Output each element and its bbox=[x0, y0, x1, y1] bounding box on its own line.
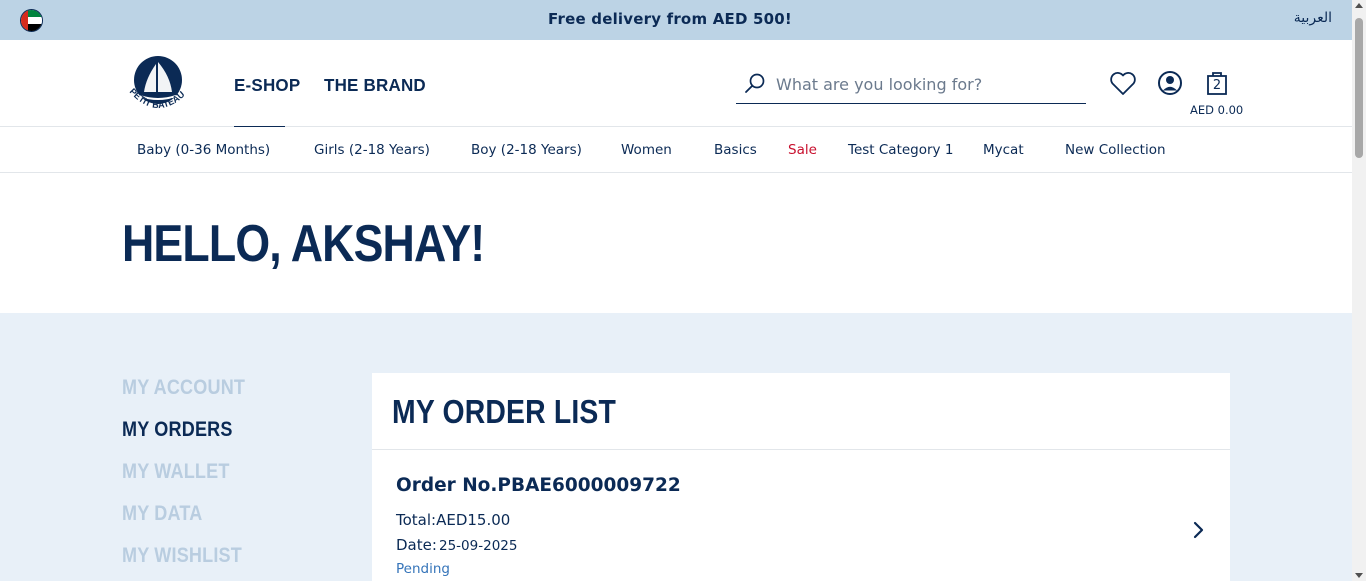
heart-icon[interactable] bbox=[1108, 68, 1138, 98]
sidebar-item-my-orders[interactable]: MY ORDERS bbox=[122, 418, 233, 442]
category-sale[interactable]: Sale bbox=[788, 142, 817, 158]
promo-bar: Free delivery from AED 500! العربية bbox=[0, 0, 1352, 40]
petit-bateau-logo[interactable]: PETIT BATEAU bbox=[120, 48, 196, 120]
chevron-right-icon[interactable] bbox=[1190, 520, 1206, 540]
category-mycat[interactable]: Mycat bbox=[983, 142, 1024, 158]
category-new-collection[interactable]: New Collection bbox=[1065, 142, 1166, 158]
scroll-down-arrow-icon[interactable] bbox=[1355, 573, 1363, 578]
cart-count: 2 bbox=[1212, 78, 1222, 93]
cart-total[interactable]: AED 0.00 bbox=[1190, 103, 1243, 117]
page-scrollbar[interactable] bbox=[1352, 0, 1366, 581]
order-date-label: Date: bbox=[396, 536, 437, 554]
order-list-title: MY ORDER LIST bbox=[392, 393, 617, 430]
search-icon[interactable] bbox=[744, 72, 766, 94]
scrollbar-thumb[interactable] bbox=[1355, 18, 1363, 158]
category-nav: Baby (0-36 Months) Girls (2-18 Years) Bo… bbox=[0, 127, 1352, 173]
nav-the-brand[interactable]: THE BRAND bbox=[324, 76, 426, 97]
category-baby[interactable]: Baby (0-36 Months) bbox=[137, 142, 270, 158]
sidebar-item-my-wishlist[interactable]: MY WISHLIST bbox=[122, 544, 242, 568]
page-title: HELLO, AKSHAY! bbox=[122, 215, 485, 273]
language-switch-link[interactable]: العربية bbox=[1294, 10, 1332, 26]
sidebar-item-my-data[interactable]: MY DATA bbox=[122, 502, 202, 526]
order-date: 25-09-2025 bbox=[439, 538, 518, 554]
category-girls[interactable]: Girls (2-18 Years) bbox=[314, 142, 430, 158]
order-item[interactable]: Order No.PBAE6000009722 Total:AED15.00 D… bbox=[372, 450, 1230, 581]
category-women[interactable]: Women bbox=[621, 142, 672, 158]
sidebar-item-my-account[interactable]: MY ACCOUNT bbox=[122, 376, 245, 400]
site-header: PETIT BATEAU E-SHOP THE BRAND 2 AED 0.00 bbox=[0, 40, 1352, 128]
order-status: Pending bbox=[396, 561, 450, 577]
order-total: Total:AED15.00 bbox=[396, 511, 511, 529]
search-input[interactable] bbox=[776, 72, 1076, 96]
category-basics[interactable]: Basics bbox=[714, 142, 757, 158]
scroll-up-arrow-icon[interactable] bbox=[1355, 3, 1363, 8]
order-number: Order No.PBAE6000009722 bbox=[396, 475, 681, 496]
category-test-category-1[interactable]: Test Category 1 bbox=[848, 142, 953, 158]
promo-text: Free delivery from AED 500! bbox=[548, 10, 792, 28]
nav-eshop[interactable]: E-SHOP bbox=[234, 76, 300, 97]
user-icon[interactable] bbox=[1155, 68, 1185, 98]
order-list-card: MY ORDER LIST Order No.PBAE6000009722 To… bbox=[372, 373, 1230, 581]
category-boy[interactable]: Boy (2-18 Years) bbox=[471, 142, 582, 158]
sidebar-item-my-wallet[interactable]: MY WALLET bbox=[122, 460, 230, 484]
search-bar bbox=[736, 68, 1086, 104]
